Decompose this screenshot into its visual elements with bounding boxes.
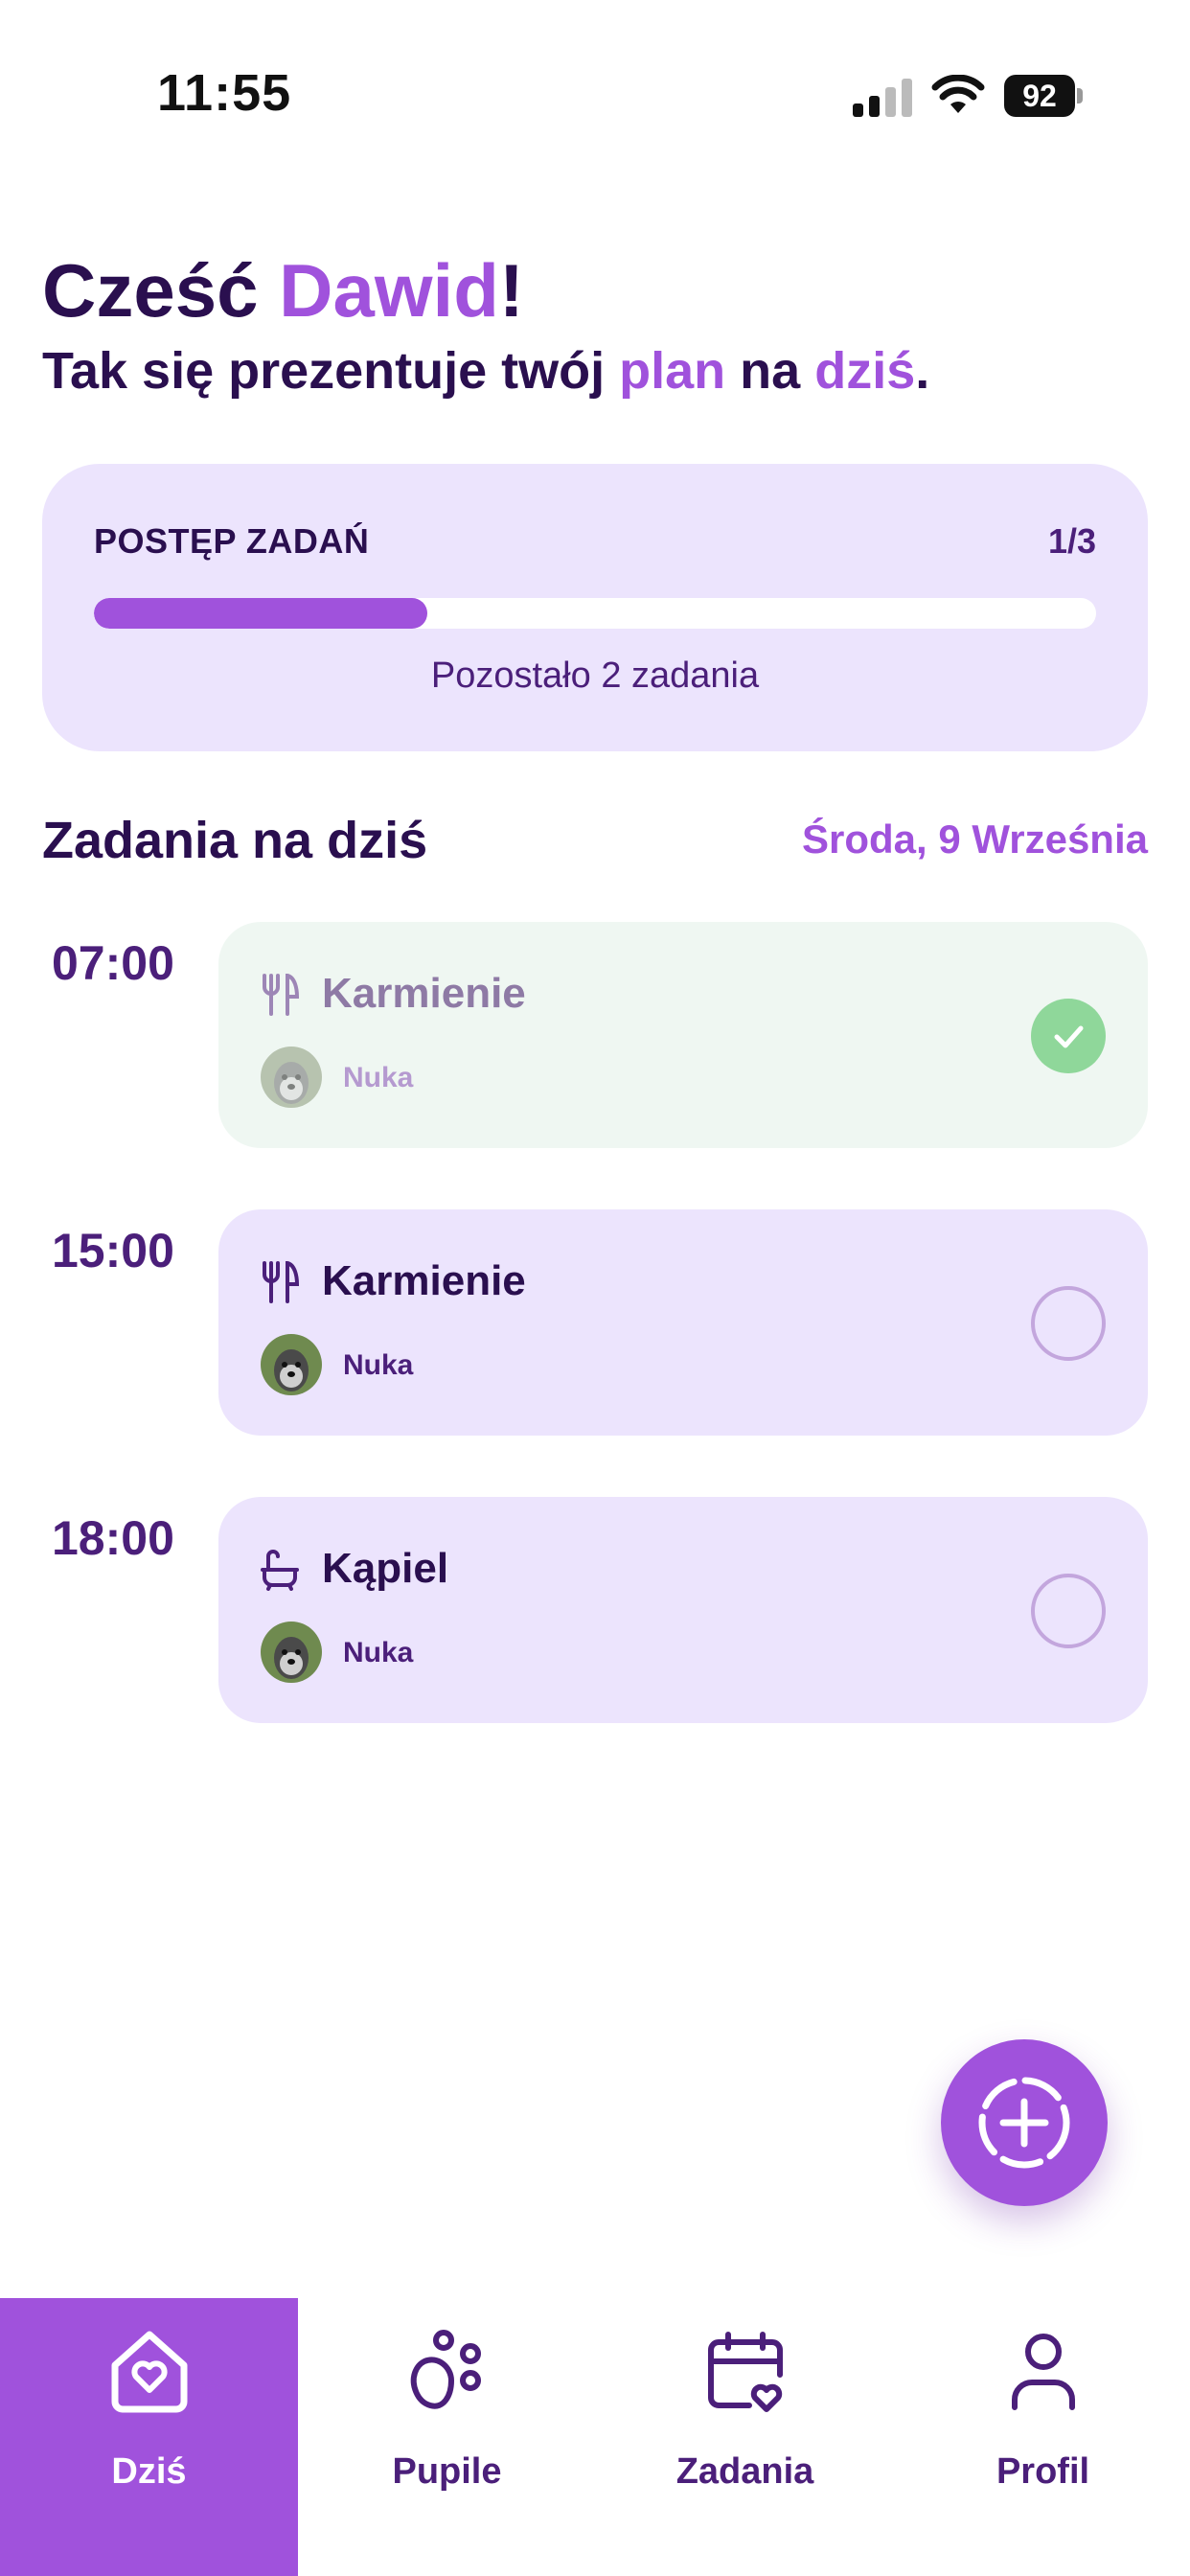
pet-name: Nuka [343, 1349, 414, 1381]
task-row: 15:00 Karmienie Nuka [0, 1209, 1190, 1436]
task-time: 15:00 [52, 1224, 174, 1277]
calendar-heart-icon [707, 2332, 783, 2412]
home-heart-icon [111, 2331, 187, 2413]
battery-cap [1077, 88, 1083, 104]
nav-item-tasks[interactable]: Zadania [596, 2298, 894, 2576]
subtitle-part3: . [915, 342, 930, 400]
tasks-section-date[interactable]: Środa, 9 Września [802, 816, 1148, 862]
subtitle-accent-plan: plan [619, 342, 726, 400]
status-time: 11:55 [157, 64, 292, 122]
task-card[interactable]: Kąpiel Nuka [218, 1497, 1148, 1723]
progress-remaining-text: Pozostało 2 zadania [430, 656, 760, 696]
task-row: 07:00 Karmienie Nuka [0, 922, 1190, 1148]
cellular-signal-icon [853, 79, 912, 117]
task-complete-checkbox[interactable] [1031, 999, 1106, 1073]
pet-avatar [261, 1334, 322, 1395]
pet-avatar [261, 1046, 322, 1108]
nav-label: Profil [995, 2451, 1090, 2492]
task-title: Karmienie [322, 1257, 526, 1304]
status-bar: 11:55 92 [0, 0, 1190, 192]
task-title: Karmienie [322, 970, 526, 1017]
wifi-icon [931, 75, 985, 113]
subtitle-part1: Tak się prezentuje twój [42, 342, 620, 400]
nav-item-pets[interactable]: Pupile [298, 2298, 596, 2576]
subtitle-part2: na [725, 342, 815, 400]
nav-label: Dziś [111, 2451, 187, 2492]
paw-icon [410, 2330, 481, 2409]
task-time: 18:00 [52, 1511, 174, 1565]
add-task-button[interactable] [941, 2039, 1108, 2206]
battery-level: 92 [1004, 75, 1075, 117]
greeting-user-name: Dawid [279, 248, 499, 333]
pet-avatar [261, 1622, 322, 1683]
bottom-navigation: Dziś Pupile Zadania Profil [0, 2298, 1190, 2576]
pet-name: Nuka [343, 1062, 414, 1093]
task-title: Kąpiel [322, 1545, 449, 1592]
task-progress-card: POSTĘP ZADAŃ 1/3 Pozostało 2 zadania [42, 464, 1148, 751]
battery-indicator: 92 [1004, 75, 1083, 117]
nav-label: Pupile [392, 2451, 502, 2492]
bathtub-icon [261, 1550, 299, 1591]
progress-bar-fill [94, 598, 428, 629]
add-circle-icon [978, 2077, 1070, 2169]
greeting-heading: Cześć Dawid! [42, 247, 524, 334]
nav-item-today[interactable]: Dziś [0, 2298, 298, 2576]
progress-count: 1/3 [1047, 521, 1096, 561]
progress-label: POSTĘP ZADAŃ [94, 521, 370, 561]
user-icon [1011, 2334, 1075, 2410]
task-card[interactable]: Karmienie Nuka [218, 922, 1148, 1148]
pet-name: Nuka [343, 1637, 414, 1668]
checkmark-icon [1054, 1025, 1084, 1048]
nav-label: Zadania [675, 2451, 814, 2492]
greeting-suffix: ! [498, 248, 524, 333]
nav-item-profile[interactable]: Profil [894, 2298, 1190, 2576]
fork-knife-icon [263, 1261, 299, 1303]
subtitle-accent-today: dziś [814, 342, 916, 400]
task-complete-checkbox[interactable] [1031, 1286, 1106, 1361]
progress-bar [94, 598, 1096, 629]
task-card[interactable]: Karmienie Nuka [218, 1209, 1148, 1436]
greeting-subtitle: Tak się prezentuje twój plan na dziś. [42, 341, 929, 401]
fork-knife-icon [263, 974, 299, 1016]
tasks-section-title: Zadania na dziś [42, 812, 428, 869]
task-complete-checkbox[interactable] [1031, 1574, 1106, 1648]
task-row: 18:00 Kąpiel Nuka [0, 1497, 1190, 1723]
task-time: 07:00 [52, 936, 174, 990]
greeting-prefix: Cześć [42, 248, 280, 333]
